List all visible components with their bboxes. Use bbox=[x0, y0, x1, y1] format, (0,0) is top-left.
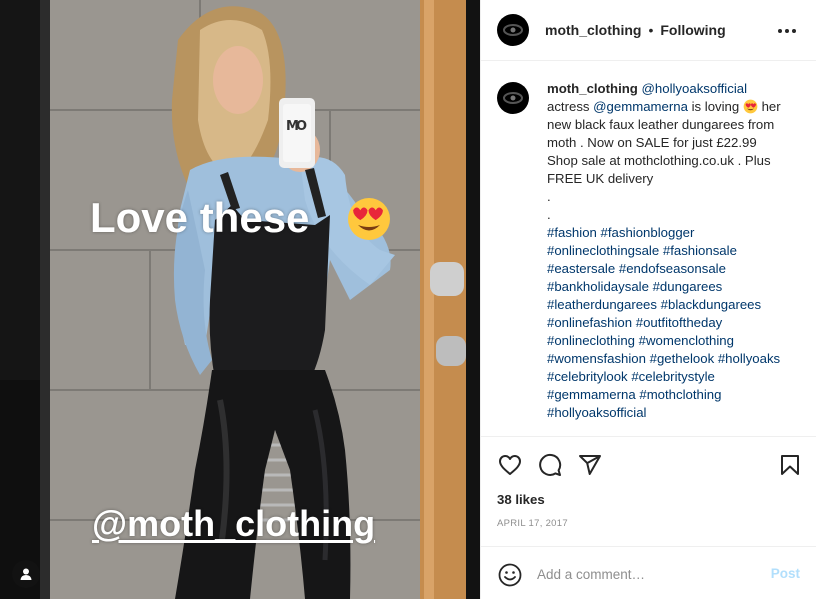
caption-line: #onlineclothingsale #fashionsale bbox=[547, 242, 803, 260]
caption-line: actress @gemmamerna is loving her bbox=[547, 98, 803, 116]
story-sticker-text-love-these: Love these bbox=[90, 194, 310, 241]
caption-line: new black faux leather dungarees from bbox=[547, 116, 803, 134]
hashtag-link[interactable]: #celebritystyle bbox=[631, 369, 715, 384]
caption-line: #leatherdungarees #blackdungarees bbox=[547, 296, 803, 314]
caption-text-segment: new black faux leather dungarees from bbox=[547, 117, 775, 132]
post-caption: moth_clothing @hollyoaksofficial actress … bbox=[497, 80, 807, 422]
post-photo[interactable]: M O Love these @moth_clothing bbox=[0, 0, 480, 599]
heart-eyes-emoji bbox=[743, 99, 758, 114]
hashtag-link[interactable]: #womensfashion bbox=[547, 351, 646, 366]
heart-eyes-emoji bbox=[348, 198, 390, 240]
caption-text-segment: actress bbox=[547, 99, 594, 114]
hashtag-link[interactable]: #fashionsale bbox=[663, 243, 737, 258]
hashtag-link[interactable]: #blackdungarees bbox=[661, 297, 761, 312]
avatar[interactable] bbox=[497, 14, 529, 46]
caption-text-segment: moth . Now on SALE for just £22.99 bbox=[547, 135, 757, 150]
caption-line: moth_clothing @hollyoaksofficial bbox=[547, 80, 803, 98]
hashtag-link[interactable]: #endofseasonsale bbox=[619, 261, 726, 276]
caption-line: #bankholidaysale #dungarees bbox=[547, 278, 803, 296]
emoji-icon[interactable] bbox=[498, 563, 522, 587]
caption-line: . bbox=[547, 188, 803, 206]
share-icon[interactable] bbox=[578, 453, 602, 477]
hashtag-link[interactable]: #outfitoftheday bbox=[636, 315, 723, 330]
caption-line: #onlineclothing #womenclothing bbox=[547, 332, 803, 350]
svg-text:O: O bbox=[296, 119, 307, 134]
post-actions bbox=[481, 436, 816, 490]
hashtag-link[interactable]: #fashion bbox=[547, 225, 597, 240]
header-username[interactable]: moth_clothing bbox=[545, 22, 641, 38]
hashtag-link[interactable]: #gethelook bbox=[650, 351, 715, 366]
hashtag-link[interactable]: #hollyoaksofficial bbox=[547, 405, 646, 420]
header-separator: • bbox=[648, 22, 654, 38]
caption-line: . bbox=[547, 206, 803, 224]
caption-line: #womensfashion #gethelook #hollyoaks bbox=[547, 350, 803, 368]
person-tag-icon[interactable] bbox=[12, 560, 40, 588]
caption-line: #fashion #fashionblogger bbox=[547, 224, 803, 242]
caption-line: #gemmamerna #mothclothing bbox=[547, 386, 803, 404]
caption-text: moth_clothing @hollyoaksofficial actress … bbox=[547, 80, 803, 422]
caption-text-segment: FREE UK delivery bbox=[547, 171, 654, 186]
caption-text-segment: her bbox=[757, 99, 781, 114]
hashtag-link[interactable]: #bankholidaysale bbox=[547, 279, 649, 294]
bookmark-icon[interactable] bbox=[778, 453, 802, 477]
hashtag-link[interactable]: #fashionblogger bbox=[601, 225, 695, 240]
comment-icon[interactable] bbox=[538, 453, 562, 477]
caption-text-segment: is loving bbox=[687, 99, 743, 114]
post-header: moth_clothing • Following bbox=[481, 0, 816, 61]
heart-icon[interactable] bbox=[498, 453, 522, 477]
caption-text-segment: Shop sale at mothclothing.co.uk . Plus bbox=[547, 153, 771, 168]
more-options-icon[interactable] bbox=[777, 21, 797, 41]
following-button[interactable]: Following bbox=[660, 22, 725, 38]
post-comment-button[interactable]: Post bbox=[771, 566, 800, 581]
caption-line: #eastersale #endofseasonsale bbox=[547, 260, 803, 278]
hashtag-link[interactable]: #eastersale bbox=[547, 261, 615, 276]
hashtag-link[interactable]: #leatherdungarees bbox=[547, 297, 657, 312]
comment-input[interactable] bbox=[537, 564, 757, 584]
hashtag-link[interactable]: #dungarees bbox=[653, 279, 723, 294]
hashtag-link[interactable]: #gemmamerna bbox=[547, 387, 636, 402]
hashtag-link[interactable]: #celebritylook bbox=[547, 369, 628, 384]
caption-line: Shop sale at mothclothing.co.uk . Plus bbox=[547, 152, 803, 170]
hashtag-link[interactable]: #onlineclothingsale bbox=[547, 243, 659, 258]
caption-line: moth . Now on SALE for just £22.99 bbox=[547, 134, 803, 152]
likes-count[interactable]: 38 likes bbox=[497, 492, 545, 507]
caption-line: #onlinefashion #outfitoftheday bbox=[547, 314, 803, 332]
hashtag-link[interactable]: #womenclothing bbox=[639, 333, 734, 348]
avatar[interactable] bbox=[497, 82, 529, 114]
caption-text-segment: . bbox=[547, 207, 551, 222]
post-side-panel: moth_clothing • Following moth_clothing … bbox=[480, 0, 816, 599]
caption-line: FREE UK delivery bbox=[547, 170, 803, 188]
hashtag-link[interactable]: #mothclothing bbox=[639, 387, 721, 402]
comment-box: Post bbox=[481, 546, 816, 599]
hashtag-link[interactable]: #onlineclothing bbox=[547, 333, 635, 348]
hashtag-link[interactable]: #hollyoaks bbox=[718, 351, 780, 366]
hashtag-link[interactable]: #onlinefashion bbox=[547, 315, 632, 330]
caption-line: #celebritylook #celebritystyle bbox=[547, 368, 803, 386]
caption-line: #hollyoaksofficial bbox=[547, 404, 803, 422]
post-date[interactable]: APRIL 17, 2017 bbox=[497, 518, 568, 529]
caption-text-segment: . bbox=[547, 189, 551, 204]
story-sticker-mention: @moth_clothing bbox=[92, 503, 376, 544]
caption-username[interactable]: moth_clothing bbox=[547, 81, 638, 96]
mention-link[interactable]: @gemmamerna bbox=[593, 99, 688, 114]
mention-link[interactable]: @hollyoaksofficial bbox=[642, 81, 748, 96]
